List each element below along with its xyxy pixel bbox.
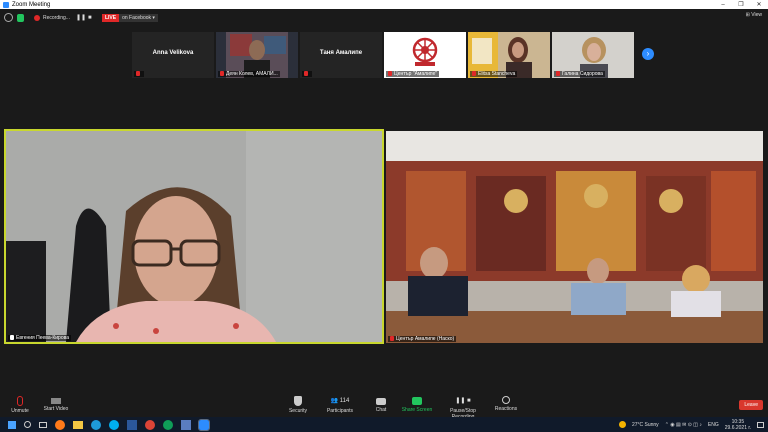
speaker-video — [6, 131, 382, 342]
pause-stop-icon: ❚❚ ■ — [455, 398, 471, 404]
mic-muted-icon — [388, 71, 392, 77]
participant-label: Деян Колев, АМАЛИ... — [218, 71, 280, 77]
mic-muted-icon — [304, 71, 308, 77]
mic-muted-icon — [390, 336, 394, 342]
view-button[interactable]: ⊞ View — [746, 12, 762, 18]
smiley-icon — [502, 396, 510, 404]
participant-thumbnail[interactable]: Галина Сидорова — [552, 32, 634, 78]
participant-thumbnail[interactable]: Elitsa Stancheva — [468, 32, 550, 78]
participants-button[interactable]: 👥 114 Participants — [325, 396, 355, 414]
participant-thumbnail[interactable]: Anna Velikova — [132, 32, 214, 78]
mic-muted-icon — [472, 71, 476, 77]
zoom-app-icon — [3, 1, 9, 8]
notifications-icon[interactable] — [757, 421, 764, 428]
task-view-icon[interactable] — [39, 421, 47, 428]
recording-indicator-icon — [34, 14, 40, 21]
clock[interactable]: 10:35 29.6.2021 г. — [725, 419, 751, 431]
participants-icon: 👥 114 — [330, 398, 350, 404]
weather-label[interactable]: 27°C Sunny — [632, 422, 659, 428]
zoom-taskbar-icon[interactable] — [198, 418, 210, 431]
skype-icon[interactable] — [109, 419, 119, 430]
participant-label: Център "Амалипе" — [386, 71, 440, 77]
participants-label: Participants — [326, 408, 354, 414]
windows-taskbar: 27°C Sunny ⌃ ◉ ▤ ✉ ⊙ ◫ ♪ ENG 10:35 29.6.… — [0, 417, 768, 432]
zoom-window: Zoom Meeting – ❐ ✕ Recording... ❚❚ ■ LIV… — [0, 0, 768, 432]
leave-button[interactable]: Leave — [739, 400, 763, 410]
security-button[interactable]: Security — [286, 396, 310, 414]
participant-thumbnail-strip: Anna Velikova Деян Колев, АМАЛИ... Таня … — [132, 32, 634, 78]
search-icon[interactable] — [24, 421, 31, 428]
unmute-button[interactable]: Unmute — [8, 396, 32, 414]
meeting-info-icon[interactable] — [4, 13, 13, 22]
speaker-name-label: Евгения Пеева-Кирова — [8, 335, 71, 341]
participant-thumbnail[interactable]: Деян Колев, АМАЛИ... — [216, 32, 298, 78]
reactions-label: Reactions — [494, 406, 518, 412]
live-badge: LIVE — [101, 13, 120, 22]
stop-recording-icon[interactable]: ■ — [88, 15, 94, 21]
security-label: Security — [288, 408, 308, 414]
windows-start-icon[interactable] — [8, 420, 16, 429]
chrome-profile-icon[interactable] — [163, 419, 173, 430]
participant-label: Галина Сидорова — [554, 71, 605, 77]
chat-label: Chat — [375, 407, 387, 413]
live-destination-dropdown[interactable]: on Facebook ▾ — [119, 13, 158, 22]
tray-icons[interactable]: ⌃ ◉ ▤ ✉ ⊙ ◫ ♪ — [665, 422, 702, 428]
mic-muted-icon — [10, 335, 14, 341]
next-page-arrow-icon[interactable]: › — [642, 48, 654, 60]
close-window-button[interactable]: ✕ — [750, 0, 768, 9]
language-indicator[interactable]: ENG — [708, 422, 719, 428]
active-speaker-tile[interactable]: Евгения Пеева-Кирова — [4, 129, 384, 344]
live-destination-label: on Facebook — [122, 14, 152, 21]
meeting-toolbar: Unmute Start Video Security 👥 114 Partic… — [0, 393, 768, 420]
edge-icon[interactable] — [91, 419, 101, 430]
mic-muted-icon — [220, 71, 224, 77]
participant-label — [302, 71, 312, 77]
view-label: View — [751, 12, 762, 18]
start-video-button[interactable]: Start Video — [40, 396, 72, 412]
pause-recording-icon[interactable]: ❚❚ — [76, 15, 86, 21]
share-screen-button[interactable]: Share Screen — [400, 396, 434, 413]
window-title: Zoom Meeting — [12, 1, 51, 8]
participant-label — [134, 71, 144, 77]
firefox-icon[interactable] — [55, 419, 65, 430]
maximize-button[interactable]: ❐ — [732, 0, 750, 9]
participants-count: 114 — [339, 398, 350, 404]
clock-date: 29.6.2021 г. — [724, 424, 751, 431]
minimize-button[interactable]: – — [714, 0, 732, 9]
share-screen-icon — [412, 397, 422, 405]
photos-icon[interactable] — [181, 419, 191, 430]
room-video — [386, 131, 763, 343]
start-video-label: Start Video — [43, 406, 69, 412]
mic-muted-icon — [556, 71, 560, 77]
participant-name: Таня Амалипе — [319, 50, 363, 56]
unmute-label: Unmute — [11, 408, 29, 414]
reactions-button[interactable]: Reactions — [494, 396, 518, 412]
participant-thumbnail[interactable]: Център "Амалипе" — [384, 32, 466, 78]
encryption-shield-icon[interactable] — [17, 13, 24, 22]
chrome-icon[interactable] — [145, 419, 155, 430]
room-video-tile[interactable]: Център Амалипе (Наско) — [386, 131, 763, 343]
room-name-label: Център Амалипе (Наско) — [388, 336, 457, 342]
participant-thumbnail[interactable]: Таня Амалипе — [300, 32, 382, 78]
shield-icon — [294, 396, 302, 406]
chat-bubble-icon — [376, 398, 386, 405]
file-explorer-icon[interactable] — [73, 420, 83, 429]
share-screen-label: Share Screen — [401, 407, 433, 413]
word-icon[interactable] — [127, 419, 137, 430]
recording-status: Recording... — [43, 14, 70, 21]
meeting-status-bar: Recording... ❚❚ ■ LIVE on Facebook ▾ ⊞ V… — [0, 9, 768, 26]
chat-button[interactable]: Chat — [373, 396, 389, 413]
weather-icon[interactable] — [618, 421, 626, 428]
participant-label: Elitsa Stancheva — [470, 71, 518, 77]
title-bar: Zoom Meeting – ❐ ✕ — [0, 0, 768, 9]
muted-mic-icon — [17, 396, 23, 406]
system-tray: 27°C Sunny ⌃ ◉ ▤ ✉ ⊙ ◫ ♪ ENG 10:35 29.6.… — [618, 417, 764, 432]
video-off-icon — [51, 398, 61, 404]
mic-muted-icon — [136, 71, 140, 77]
participant-name: Anna Velikova — [152, 50, 194, 56]
